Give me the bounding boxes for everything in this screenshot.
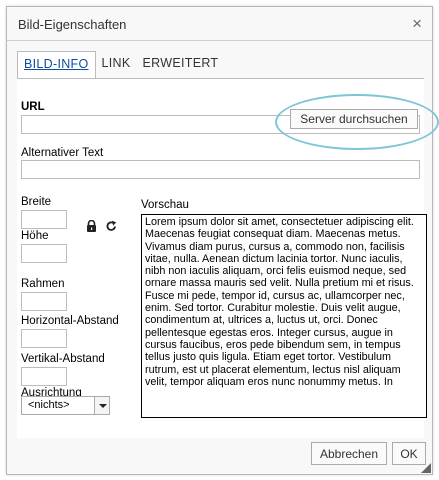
close-icon[interactable]: ×: [412, 14, 422, 34]
resize-handle-icon[interactable]: [421, 463, 431, 473]
hspace-label: Horizontal-Abstand: [21, 315, 119, 327]
height-input[interactable]: [21, 244, 67, 263]
ok-button[interactable]: OK: [392, 442, 426, 465]
tab-link[interactable]: LINK: [96, 51, 137, 77]
reset-size-icon[interactable]: [106, 220, 117, 235]
cancel-button[interactable]: Abbrechen: [311, 442, 387, 465]
alt-text-label: Alternativer Text: [21, 147, 104, 159]
browse-server-button[interactable]: Server durchsuchen: [290, 109, 418, 129]
tab-erweitert[interactable]: ERWEITERT: [137, 51, 225, 77]
hspace-input[interactable]: [21, 329, 67, 348]
alt-text-input[interactable]: [21, 160, 420, 179]
dialog-titlebar[interactable]: Bild-Eigenschaften ×: [7, 7, 432, 41]
preview-box: Lorem ipsum dolor sit amet, consectetuer…: [141, 214, 427, 418]
align-select-value: <nichts>: [28, 399, 70, 411]
chevron-down-icon[interactable]: [94, 397, 109, 414]
border-input[interactable]: [21, 292, 67, 311]
image-properties-dialog: Bild-Eigenschaften × BILD-INFO LINK ERWE…: [6, 6, 439, 475]
dialog-title: Bild-Eigenschaften: [18, 17, 127, 32]
dialog-footer: Abbrechen OK: [7, 438, 432, 474]
vspace-label: Vertikal-Abstand: [21, 353, 105, 365]
width-input[interactable]: [21, 210, 67, 229]
vspace-input[interactable]: [21, 367, 67, 386]
preview-label: Vorschau: [141, 199, 189, 211]
border-label: Rahmen: [21, 278, 65, 290]
tab-bar: BILD-INFO LINK ERWEITERT: [17, 51, 224, 79]
align-select[interactable]: <nichts>: [21, 396, 110, 415]
tab-panel-bild-info: URL Server durchsuchen Alternativer Text…: [17, 78, 439, 438]
tab-bild-info[interactable]: BILD-INFO: [17, 51, 96, 79]
width-label: Breite: [21, 196, 52, 208]
lock-icon[interactable]: [86, 219, 97, 235]
url-label: URL: [21, 101, 45, 113]
height-label: Höhe: [21, 230, 49, 242]
